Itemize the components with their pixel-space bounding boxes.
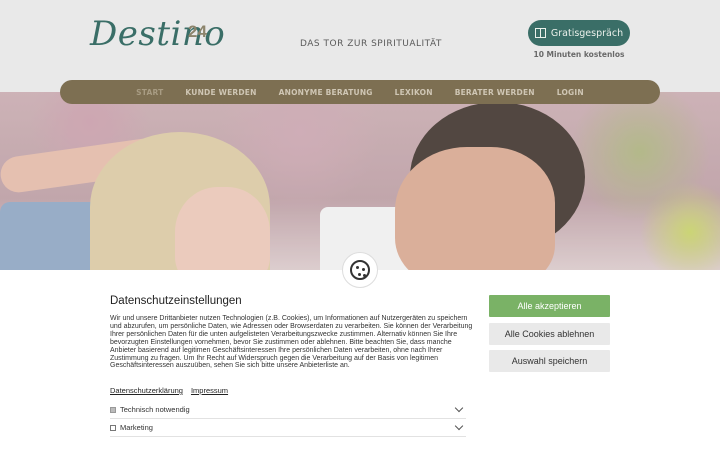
option-label: Technisch notwendig <box>120 405 190 414</box>
privacy-policy-link[interactable]: Datenschutzerklärung <box>110 386 183 395</box>
reject-all-button[interactable]: Alle Cookies ablehnen <box>489 323 610 345</box>
cookie-links: Datenschutzerklärung Impressum <box>110 386 228 395</box>
cookie-description: Wir und unsere Drittanbieter nutzen Tech… <box>110 315 473 370</box>
option-label: Marketing <box>120 423 153 432</box>
cookie-badge <box>342 252 378 288</box>
chevron-down-icon[interactable] <box>454 421 464 430</box>
nav-item-berater-werden[interactable]: BERATER WERDEN <box>444 88 546 97</box>
nav-item-lexikon[interactable]: LEXIKON <box>384 88 444 97</box>
dim-overlay <box>0 0 720 270</box>
nav-item-start[interactable]: START <box>125 88 174 97</box>
cookie-icon <box>350 260 370 280</box>
chevron-down-icon[interactable] <box>454 403 464 412</box>
nav-item-login[interactable]: LOGIN <box>546 88 595 97</box>
checkbox-technisch-notwendig[interactable] <box>110 406 116 413</box>
main-nav: START KUNDE WERDEN ANONYME BERATUNG LEXI… <box>60 80 660 104</box>
checkbox-marketing[interactable] <box>110 424 116 431</box>
option-technisch-notwendig[interactable]: Technisch notwendig <box>110 401 466 419</box>
option-marketing[interactable]: Marketing <box>110 419 466 437</box>
imprint-link[interactable]: Impressum <box>191 386 228 395</box>
cookie-title: Datenschutzeinstellungen <box>110 295 242 307</box>
nav-item-kunde-werden[interactable]: KUNDE WERDEN <box>174 88 267 97</box>
nav-item-anonyme-beratung[interactable]: ANONYME BERATUNG <box>268 88 384 97</box>
save-selection-button[interactable]: Auswahl speichern <box>489 350 610 372</box>
accept-all-button[interactable]: Alle akzeptieren <box>489 295 610 317</box>
